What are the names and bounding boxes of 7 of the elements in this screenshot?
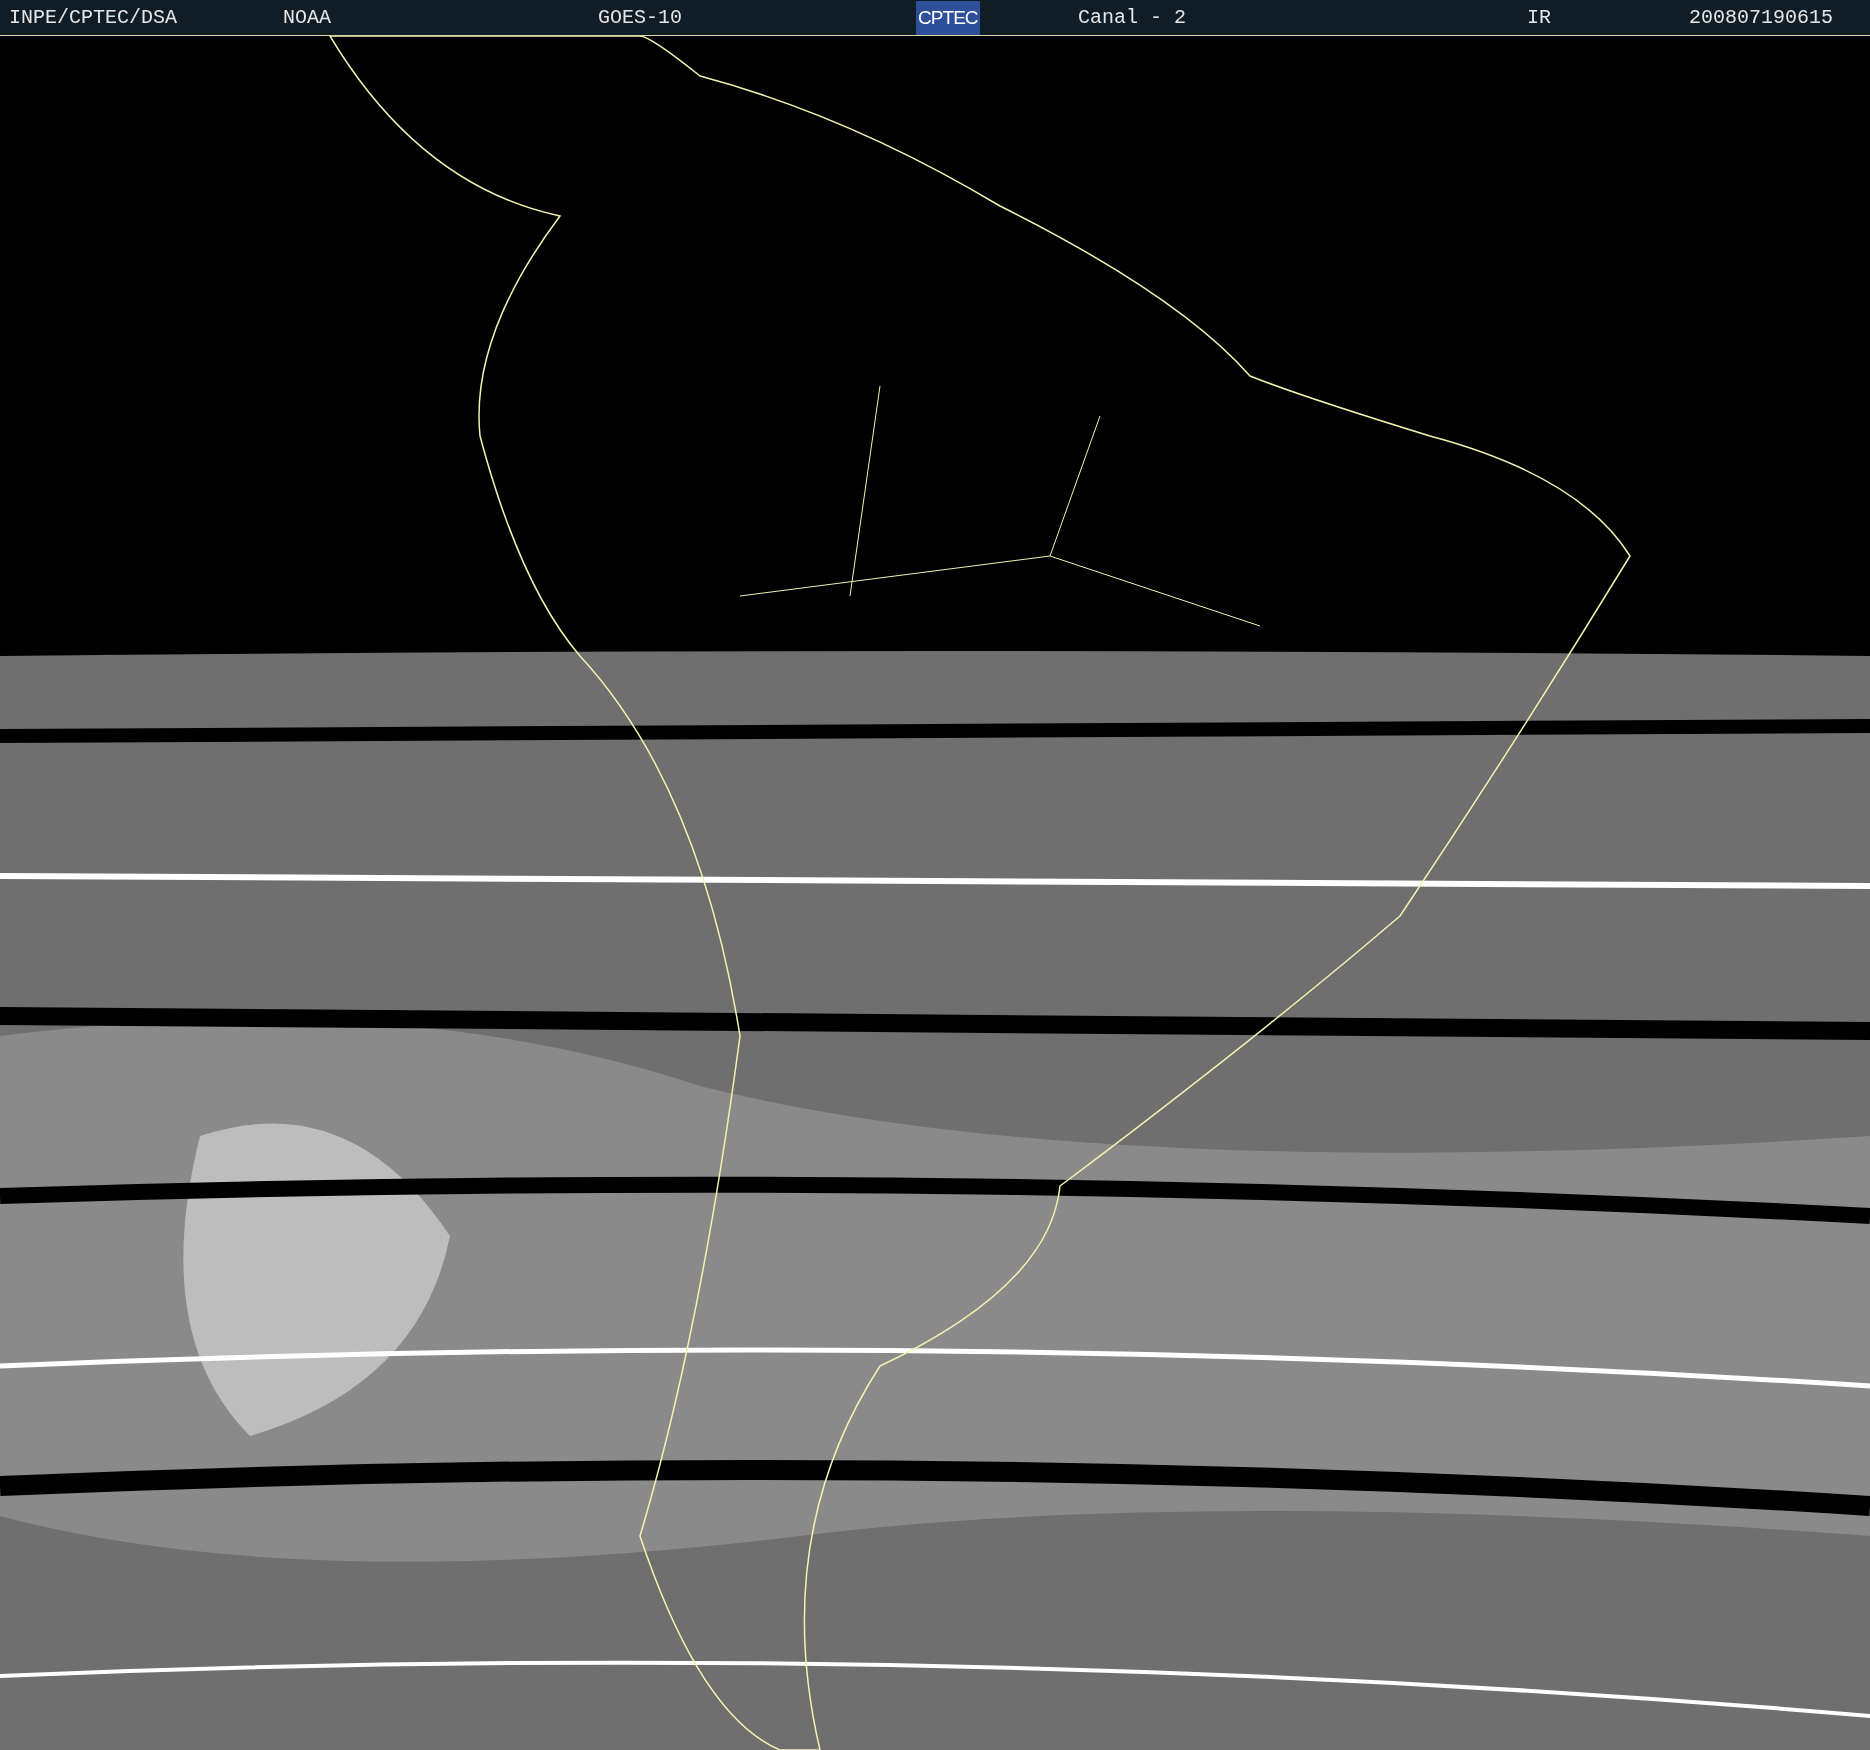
source-label: INPE/CPTEC/DSA <box>9 5 178 29</box>
timestamp-label: 200807190615 <box>1689 5 1834 29</box>
logo: CPTEC <box>916 0 980 35</box>
channel-label: Canal - 2 <box>1078 5 1187 29</box>
satellite-label: GOES-10 <box>598 5 682 29</box>
agency-label: NOAA <box>283 5 331 29</box>
band-label: IR <box>1527 5 1551 29</box>
